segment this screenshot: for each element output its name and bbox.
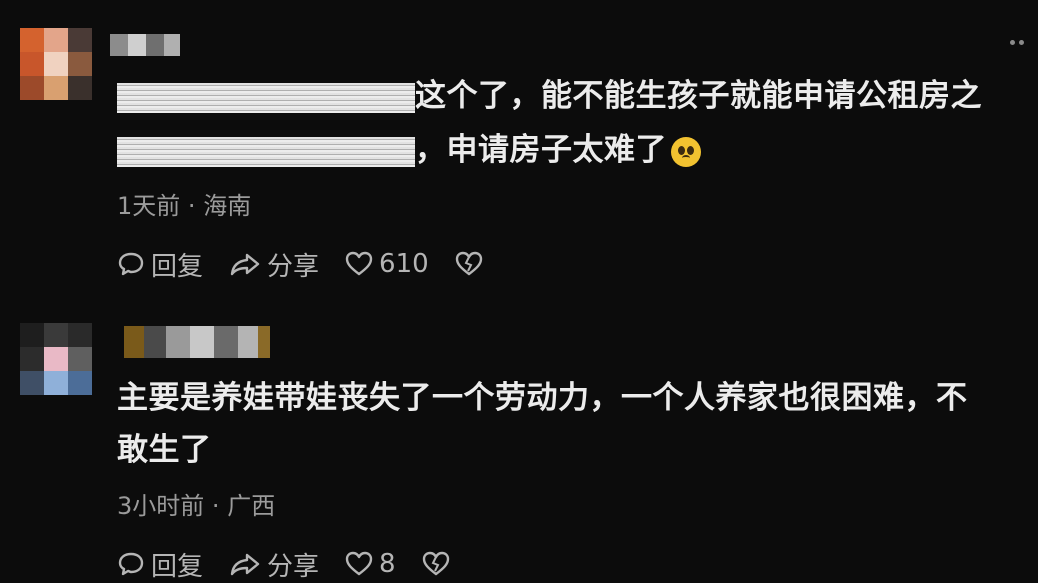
reply-button[interactable]: 回复 <box>117 546 203 583</box>
comment-meta: 3小时前 · 广西 <box>117 486 275 521</box>
comment-text-line: ，申请房子太难了 <box>117 132 701 168</box>
comment-bubble-icon <box>118 252 144 276</box>
separator-dot: · <box>187 192 196 220</box>
broken-heart-icon <box>455 251 482 276</box>
share-arrow-icon <box>230 253 260 276</box>
comment-time: 1天前 <box>117 192 181 220</box>
share-button[interactable]: 分享 <box>229 546 319 583</box>
separator-dot: · <box>211 492 220 520</box>
username-blurred[interactable] <box>110 34 180 56</box>
comment-meta: 1天前 · 海南 <box>117 186 251 221</box>
avatar[interactable] <box>20 323 92 395</box>
like-button[interactable]: 610 <box>345 249 429 279</box>
comment-location: 海南 <box>203 192 252 220</box>
broken-heart-icon <box>422 551 449 576</box>
share-button[interactable]: 分享 <box>229 246 319 283</box>
heart-icon <box>345 251 373 276</box>
comment-actions: 回复 分享 610 <box>117 246 515 283</box>
comment-bubble-icon <box>118 552 144 576</box>
pleading-face-icon <box>671 136 701 167</box>
more-options-icon[interactable] <box>1006 40 1024 45</box>
comment-time: 3小时前 <box>117 492 205 520</box>
comment-actions: 回复 分享 8 <box>117 546 482 583</box>
avatar[interactable] <box>20 28 92 100</box>
username-blurred[interactable] <box>124 326 270 358</box>
redacted-text <box>117 136 415 167</box>
comment-text-line: 敢生了 <box>117 432 212 468</box>
comment-text-line: 这个了，能不能生孩子就能申请公租房之 <box>117 78 982 114</box>
redacted-text <box>117 82 415 113</box>
comment-location: 广西 <box>227 492 276 520</box>
like-count: 8 <box>379 549 396 579</box>
dislike-button[interactable] <box>422 551 456 577</box>
reply-button[interactable]: 回复 <box>117 246 203 283</box>
comment-text-line: 主要是养娃带娃丧失了一个劳动力，一个人养家也很困难，不 <box>117 380 968 416</box>
heart-icon <box>345 551 373 576</box>
like-button[interactable]: 8 <box>345 549 396 579</box>
share-arrow-icon <box>230 553 260 576</box>
like-count: 610 <box>379 249 429 279</box>
dislike-button[interactable] <box>455 251 489 277</box>
